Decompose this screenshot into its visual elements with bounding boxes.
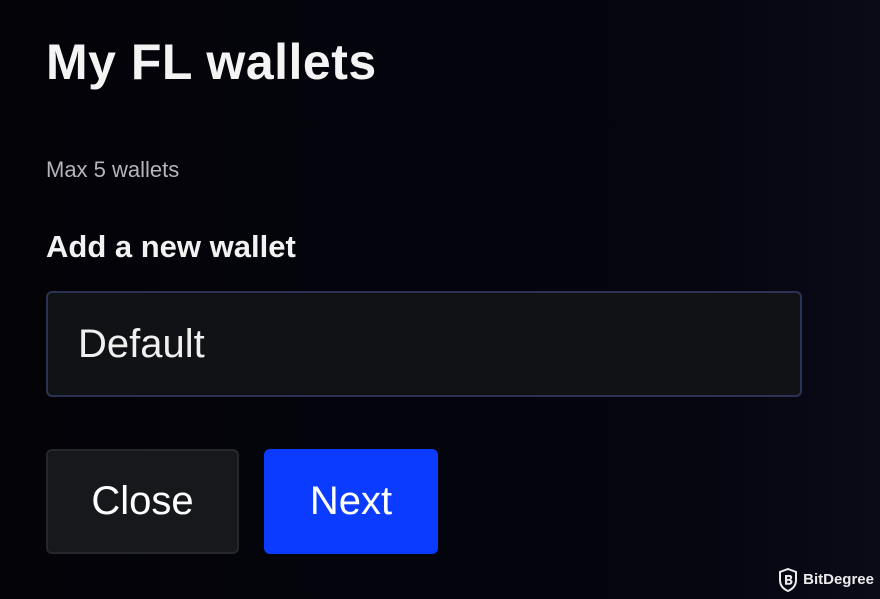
page-title: My FL wallets	[46, 34, 377, 90]
add-wallet-label: Add a new wallet	[46, 229, 296, 264]
close-button[interactable]: Close	[46, 449, 239, 554]
wallets-dialog: My FL wallets Max 5 wallets Add a new wa…	[0, 0, 880, 599]
wallet-name-input[interactable]	[46, 291, 802, 397]
watermark-brand-text: BitDegree	[803, 571, 874, 588]
wallet-limit-note: Max 5 wallets	[46, 157, 180, 182]
next-button[interactable]: Next	[264, 449, 438, 554]
bitdegree-watermark: BitDegree	[778, 567, 874, 593]
bitdegree-shield-logo-icon	[779, 568, 798, 592]
